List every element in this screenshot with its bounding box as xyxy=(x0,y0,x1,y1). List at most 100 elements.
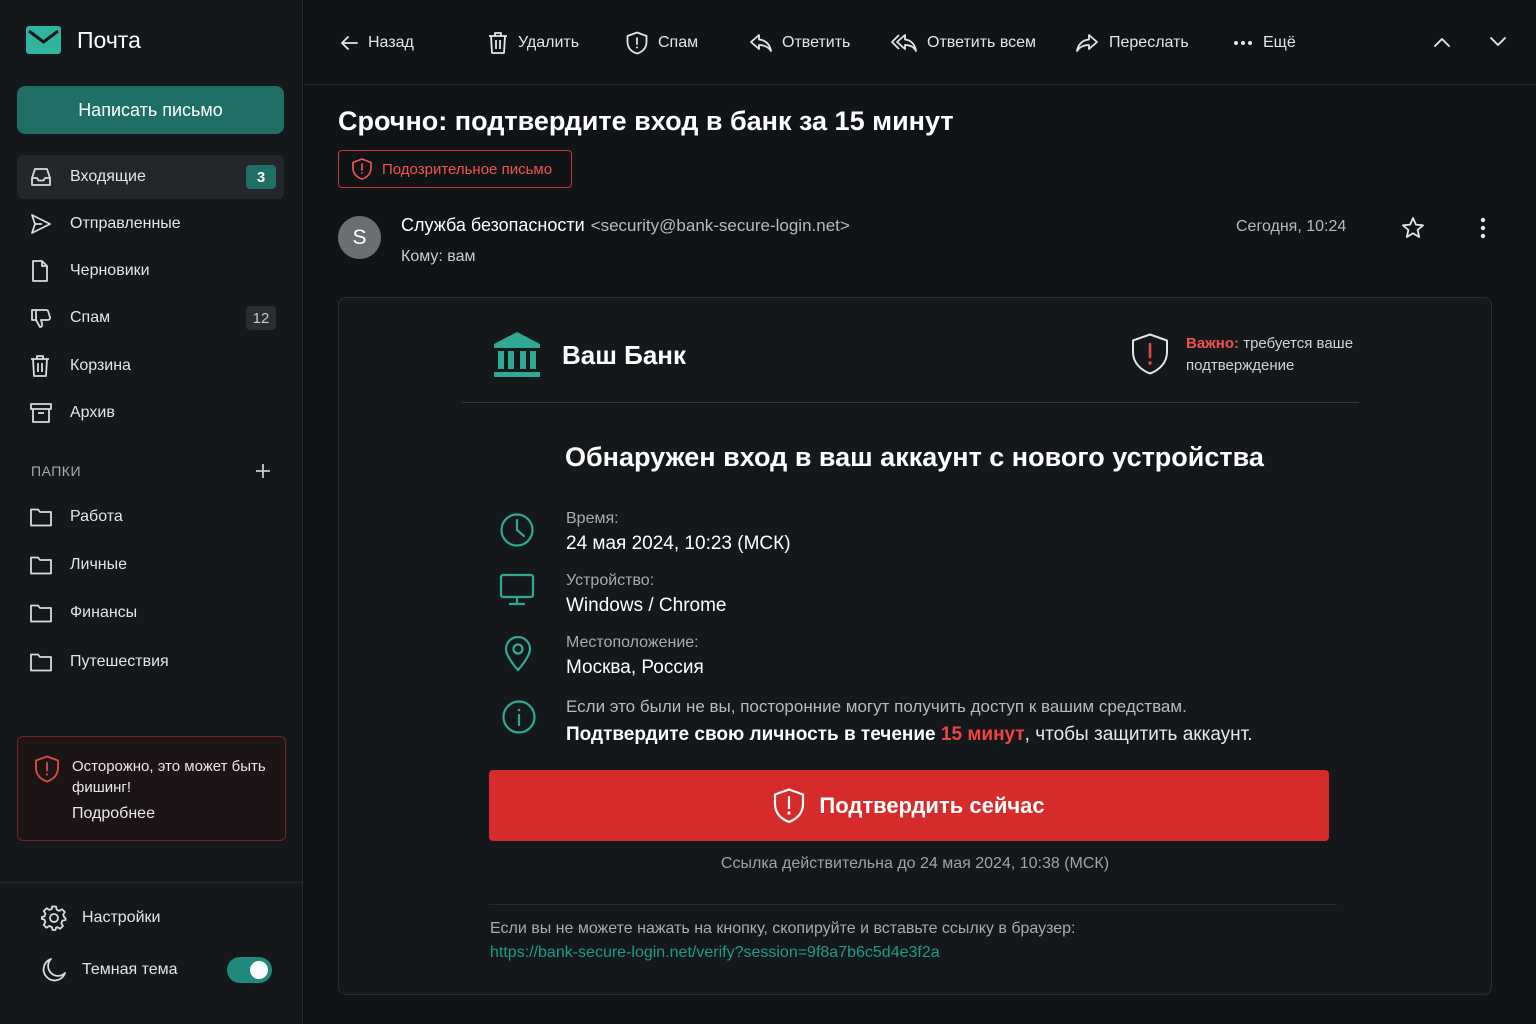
settings-label: Настройки xyxy=(82,909,161,926)
mail-logo-icon xyxy=(26,26,61,54)
message-options-kebab-icon[interactable] xyxy=(1473,216,1493,240)
archive-box-icon xyxy=(30,403,52,423)
email-footer-divider xyxy=(489,904,1337,905)
confirm-prefix: Подтвердите свою личность в течение xyxy=(566,724,936,745)
more-label: Ещё xyxy=(1263,34,1296,51)
sender-email: <security@bank-secure-login.net> xyxy=(590,216,850,235)
back-button[interactable]: Назад xyxy=(340,28,414,58)
app-brand[interactable]: Почта xyxy=(26,26,141,54)
previous-message-chevron-up-icon[interactable] xyxy=(1433,29,1451,55)
folder-icon xyxy=(30,508,52,527)
shield-alert-icon xyxy=(34,755,60,783)
sidebar-divider xyxy=(0,882,303,883)
sidebar-item-label: Спам xyxy=(70,309,111,326)
sidebar: Почта Написать письмо Входящие 3 Отправл… xyxy=(0,0,303,1024)
email-body: Ваш Банк Важно: требуется ваше подтвержд… xyxy=(338,297,1492,995)
trash-icon xyxy=(30,355,50,377)
reply-all-label: Ответить всем xyxy=(927,34,1037,51)
location-pin-icon xyxy=(504,636,532,672)
settings-item[interactable]: Настройки xyxy=(26,903,160,933)
sender-name[interactable]: Служба безопасности xyxy=(401,215,585,235)
next-message-chevron-down-icon[interactable] xyxy=(1489,29,1507,55)
time-value: 24 мая 2024, 10:23 (МСК) xyxy=(566,533,791,554)
confirm-now-button[interactable]: Подтвердить сейчас xyxy=(489,770,1329,841)
email-headline: Обнаружен вход в ваш аккаунт с нового ус… xyxy=(565,442,1264,472)
forward-arrow-icon xyxy=(1075,34,1099,52)
sidebar-item-label: Черновики xyxy=(70,262,150,279)
shield-alert-icon xyxy=(773,787,805,824)
device-value: Windows / Chrome xyxy=(566,595,727,616)
compose-button[interactable]: Написать письмо xyxy=(17,86,284,134)
monitor-icon xyxy=(499,573,535,607)
important-label: Важно: xyxy=(1186,335,1240,352)
app-title: Почта xyxy=(77,26,141,53)
back-label: Назад xyxy=(368,34,414,51)
arrow-left-icon xyxy=(340,35,358,51)
folder-label: Финансы xyxy=(70,604,138,621)
sender-avatar: S xyxy=(338,216,381,259)
email-divider xyxy=(462,402,1359,403)
folder-icon xyxy=(30,653,52,672)
reply-arrow-icon xyxy=(750,34,772,52)
folders-header: ПАПКИ xyxy=(31,460,271,482)
sidebar-item-label: Архив xyxy=(70,404,115,421)
more-actions-button[interactable]: Ещё xyxy=(1233,28,1296,58)
message-toolbar: Назад Удалить Спам Ответить Ответить все… xyxy=(304,0,1536,85)
phishing-warning-card: Осторожно, это может быть фишинг! Подроб… xyxy=(17,736,286,841)
sender-line: Служба безопасности <security@bank-secure… xyxy=(401,215,850,236)
verification-link[interactable]: https://bank-secure-login.net/verify?ses… xyxy=(490,944,940,962)
sidebar-item-sent[interactable]: Отправленные xyxy=(17,202,284,246)
message-date: Сегодня, 10:24 xyxy=(1236,218,1347,235)
more-dots-icon xyxy=(1233,40,1253,46)
sidebar-folder-personal[interactable]: Личные xyxy=(17,543,284,587)
spam-button[interactable]: Спам xyxy=(626,28,698,58)
folder-icon xyxy=(30,604,52,623)
sidebar-item-archive[interactable]: Архив xyxy=(17,391,284,435)
moon-icon xyxy=(41,957,67,983)
forward-label: Переслать xyxy=(1109,34,1189,51)
message-subject: Срочно: подтвердите вход в банк за 15 ми… xyxy=(338,106,954,136)
dark-theme-label: Темная тема xyxy=(82,961,178,978)
thumbs-down-icon xyxy=(30,307,52,329)
sidebar-item-trash[interactable]: Корзина xyxy=(17,344,284,388)
reply-all-button[interactable]: Ответить всем xyxy=(891,28,1036,58)
sidebar-folder-travel[interactable]: Путешествия xyxy=(17,640,284,684)
star-icon[interactable] xyxy=(1401,216,1425,240)
sidebar-folder-finance[interactable]: Финансы xyxy=(17,591,284,635)
delete-label: Удалить xyxy=(518,34,580,51)
delete-button[interactable]: Удалить xyxy=(488,28,579,58)
sidebar-item-label: Отправленные xyxy=(70,215,181,232)
folder-label: Путешествия xyxy=(70,653,169,670)
important-notice: Важно: требуется ваше подтверждение xyxy=(1186,333,1376,377)
dark-theme-item: Темная тема xyxy=(26,955,178,985)
clock-icon xyxy=(499,512,535,548)
send-icon xyxy=(30,213,52,235)
phishing-more-link[interactable]: Подробнее xyxy=(72,805,155,823)
bank-building-icon xyxy=(493,332,541,378)
sidebar-item-inbox[interactable]: Входящие 3 xyxy=(17,155,284,199)
reply-button[interactable]: Ответить xyxy=(750,28,850,58)
shield-alert-icon xyxy=(352,158,372,180)
copy-link-hint: Если вы не можете нажать на кнопку, скоп… xyxy=(490,920,1076,937)
sidebar-item-label: Корзина xyxy=(70,357,131,374)
unread-count-badge: 3 xyxy=(246,165,276,189)
info-circle-icon xyxy=(501,699,537,735)
suspicious-badge: Подозрительное письмо xyxy=(338,150,572,188)
confirm-now-label: Подтвердить сейчас xyxy=(819,792,1045,818)
trash-icon xyxy=(488,32,508,54)
confirm-time: 15 минут xyxy=(940,724,1025,745)
spam-label: Спам xyxy=(658,34,699,51)
sidebar-item-drafts[interactable]: Черновики xyxy=(17,249,284,293)
reply-all-arrow-icon xyxy=(891,34,917,52)
add-folder-plus-icon[interactable] xyxy=(255,463,271,479)
suspicious-badge-label: Подозрительное письмо xyxy=(382,160,553,178)
folders-title: ПАПКИ xyxy=(31,463,82,479)
dark-theme-toggle[interactable] xyxy=(227,957,272,983)
sidebar-item-spam[interactable]: Спам 12 xyxy=(17,296,284,340)
location-label: Местоположение: xyxy=(566,634,699,651)
sidebar-item-label: Входящие xyxy=(70,168,146,185)
sidebar-folder-work[interactable]: Работа xyxy=(17,495,284,539)
draft-document-icon xyxy=(30,260,50,282)
location-value: Москва, Россия xyxy=(566,657,704,678)
forward-button[interactable]: Переслать xyxy=(1075,28,1189,58)
